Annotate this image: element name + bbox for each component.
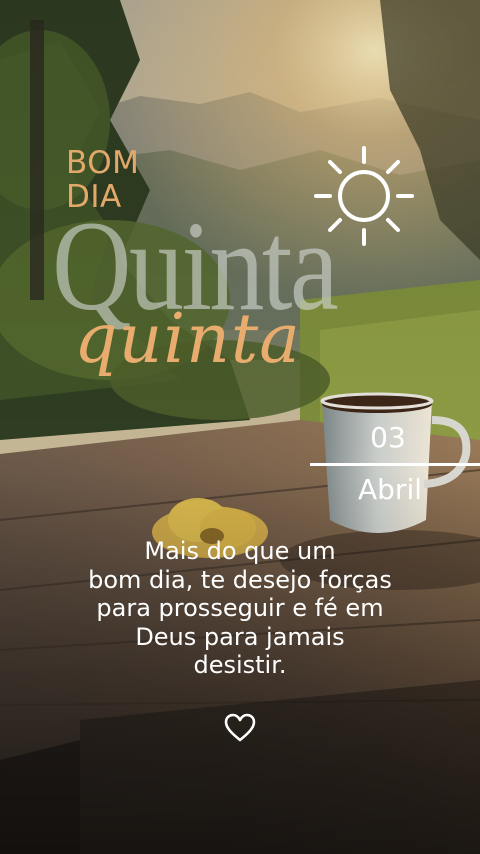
date-divider xyxy=(310,463,480,466)
greeting-card: BOM DIA Quinta quinta 03 Abril Mais do q… xyxy=(0,0,480,854)
heart-icon xyxy=(224,713,256,742)
weekday-script: quinta xyxy=(74,300,301,379)
sun-icon xyxy=(314,146,414,246)
date-month: Abril xyxy=(358,473,422,506)
date-day: 03 xyxy=(370,421,406,454)
message-line: desistir. xyxy=(193,651,287,679)
greeting-line-1: BOM xyxy=(66,145,140,181)
message-line: Deus para jamais xyxy=(135,622,345,651)
message-line: para prosseguir e fé em xyxy=(96,594,384,622)
message-text: Mais do que um bom dia, te desejo forças… xyxy=(60,537,420,680)
message-line: bom dia, te desejo forças xyxy=(88,565,392,594)
message-line: Mais do que um xyxy=(144,537,336,565)
